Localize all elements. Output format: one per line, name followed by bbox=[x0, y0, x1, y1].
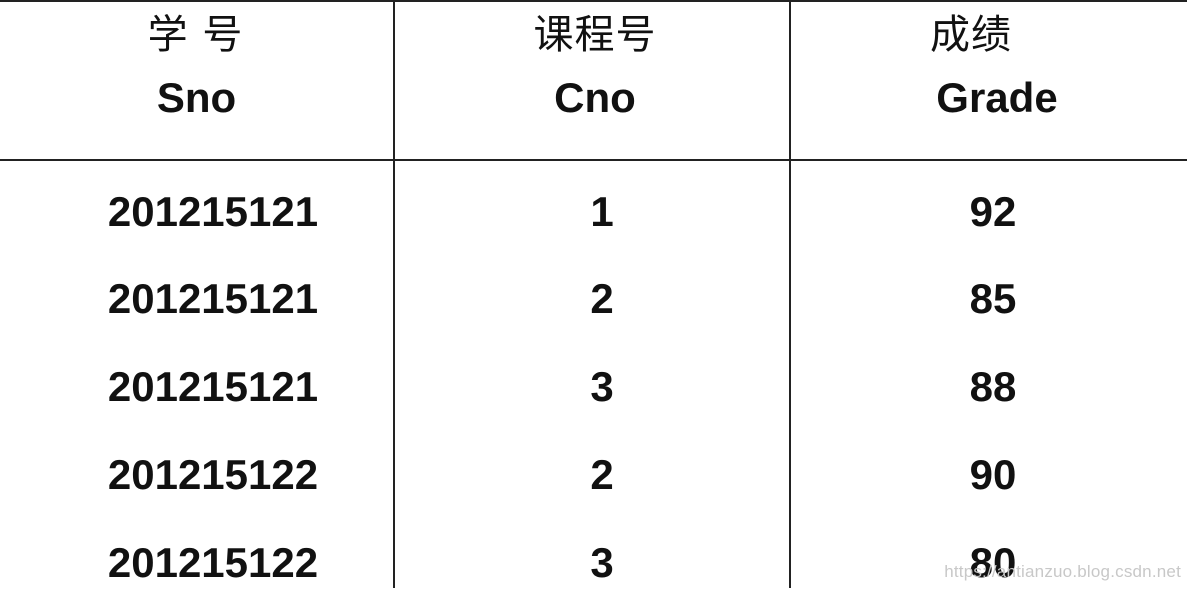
header-cn-label: 学 号 bbox=[147, 12, 244, 58]
header-en-label: Cno bbox=[554, 74, 636, 121]
sno-cell: 201215121 bbox=[107, 275, 319, 322]
cno-cell: 3 bbox=[590, 539, 614, 586]
grade-cell: 92 bbox=[969, 188, 1017, 235]
cno-cell: 3 bbox=[590, 363, 614, 410]
sno-cell: 201215121 bbox=[107, 188, 319, 235]
header-cn-label: 课程号 bbox=[533, 12, 657, 58]
table-row: 201215121 1 92 bbox=[0, 168, 1187, 256]
header-grade: 成绩 Grade bbox=[791, 0, 1187, 159]
sno-cell: 201215122 bbox=[107, 451, 319, 498]
cno-cell: 2 bbox=[590, 275, 614, 322]
header-en-label: Sno bbox=[156, 74, 237, 121]
header-cn-label: 成绩 bbox=[930, 12, 1012, 58]
header-divider bbox=[0, 159, 1187, 161]
sc-table: 学 号 Sno 课程号 Cno 成绩 Grade 201215121 1 92 … bbox=[0, 0, 1187, 588]
watermark-text: https://antianzuo.blog.csdn.net bbox=[944, 562, 1181, 581]
table-row: 201215122 2 90 bbox=[0, 431, 1187, 519]
sno-cell: 201215122 bbox=[107, 539, 319, 586]
cno-cell: 1 bbox=[590, 188, 614, 235]
header-en-label: Grade bbox=[936, 74, 1058, 121]
grade-cell: 85 bbox=[969, 275, 1017, 322]
grade-cell: 88 bbox=[969, 363, 1017, 410]
table-row: 201215121 2 85 bbox=[0, 255, 1187, 343]
header-cno: 课程号 Cno bbox=[395, 0, 789, 159]
table-row: 201215121 3 88 bbox=[0, 343, 1187, 431]
grade-cell: 90 bbox=[969, 451, 1017, 498]
cno-cell: 2 bbox=[590, 451, 614, 498]
header-sno: 学 号 Sno bbox=[0, 0, 393, 159]
sno-cell: 201215121 bbox=[107, 363, 319, 410]
